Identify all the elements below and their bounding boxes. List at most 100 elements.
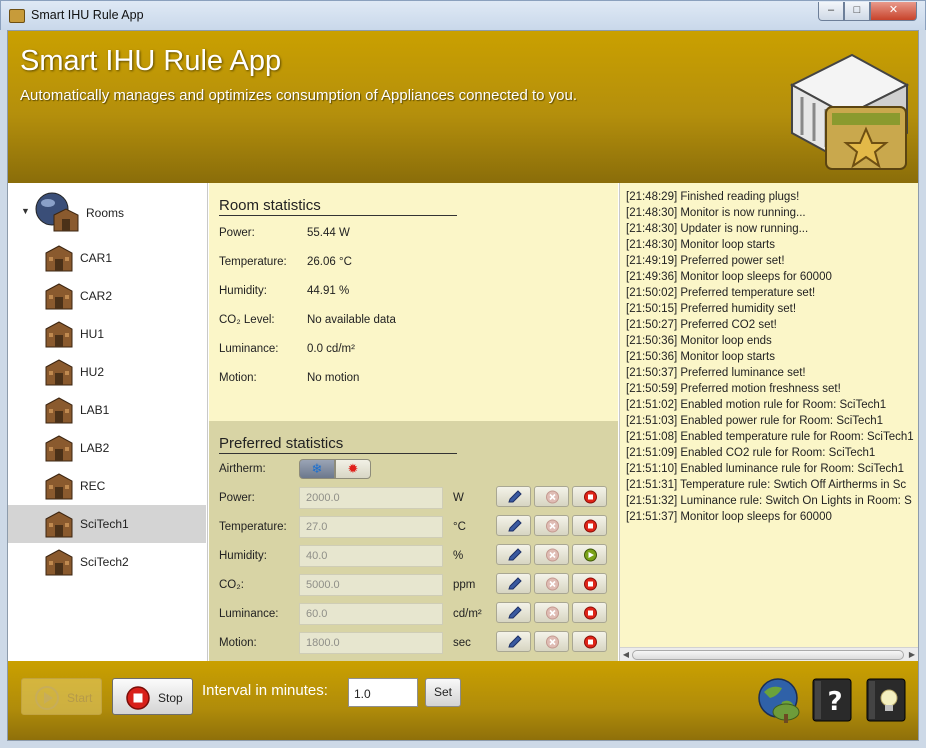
house-icon bbox=[45, 435, 73, 462]
stop-co2-button[interactable] bbox=[572, 573, 607, 594]
stat-label-humidity: Humidity: bbox=[219, 285, 267, 297]
cancel-power-button[interactable] bbox=[534, 486, 569, 507]
tree-item-hu1[interactable]: HU1 bbox=[8, 315, 206, 353]
edit-humidity-button[interactable] bbox=[496, 544, 531, 565]
pencil-icon bbox=[508, 577, 522, 590]
help-book-icon[interactable]: ? bbox=[809, 676, 855, 724]
edit-temperature-button[interactable] bbox=[496, 515, 531, 536]
interval-input[interactable]: 1.0 bbox=[348, 678, 418, 707]
preferred-statistics-title: Preferred statistics bbox=[219, 435, 457, 454]
log-line: [21:49:36] Monitor loop sleeps for 60000 bbox=[626, 271, 832, 283]
stat-value-power: 55.44 W bbox=[307, 227, 350, 239]
stop-icon bbox=[584, 577, 597, 591]
app-title: Smart IHU Rule App bbox=[20, 45, 282, 77]
house-icon bbox=[45, 473, 73, 500]
log-line: [21:49:19] Preferred power set! bbox=[626, 255, 785, 267]
tree-item-car2[interactable]: CAR2 bbox=[8, 277, 206, 315]
log-panel[interactable]: [21:48:29] Finished reading plugs! [21:4… bbox=[619, 183, 918, 661]
start-button[interactable]: Start bbox=[21, 678, 102, 715]
pref-input-power[interactable]: 2000.0 bbox=[299, 487, 443, 509]
pref-label-co2: CO₂: bbox=[219, 579, 244, 591]
close-button[interactable]: ✕ bbox=[870, 2, 917, 21]
tree-item-rec[interactable]: REC bbox=[8, 467, 206, 505]
tree-item-label: CAR2 bbox=[80, 289, 113, 303]
tree-item-lab2[interactable]: LAB2 bbox=[8, 429, 206, 467]
cancel-luminance-button[interactable] bbox=[534, 602, 569, 623]
airtherm-label: Airtherm: bbox=[219, 463, 266, 475]
tree-item-lab1[interactable]: LAB1 bbox=[8, 391, 206, 429]
stop-motion-button[interactable] bbox=[572, 631, 607, 652]
pref-unit-humidity: % bbox=[453, 550, 464, 562]
tree-root-rooms[interactable]: ▼ Rooms bbox=[18, 191, 203, 232]
scroll-right-icon[interactable]: ▶ bbox=[906, 649, 918, 661]
play-humidity-button[interactable] bbox=[572, 544, 607, 565]
pref-label-motion: Motion: bbox=[219, 637, 257, 649]
house-icon bbox=[45, 245, 73, 272]
log-line: [21:50:59] Preferred motion freshness se… bbox=[626, 383, 841, 395]
log-line: [21:50:37] Preferred luminance set! bbox=[626, 367, 806, 379]
stop-button[interactable]: Stop bbox=[112, 678, 193, 715]
cancel-motion-button[interactable] bbox=[534, 631, 569, 652]
pref-input-luminance[interactable]: 60.0 bbox=[299, 603, 443, 625]
cancel-icon bbox=[546, 606, 559, 620]
tree-item-label: HU1 bbox=[80, 327, 105, 341]
log-line: [21:48:29] Finished reading plugs! bbox=[626, 191, 800, 203]
airtherm-cool-toggle[interactable]: ❄ bbox=[299, 459, 335, 479]
pref-label-luminance: Luminance: bbox=[219, 608, 279, 620]
pref-input-temperature[interactable]: 27.0 bbox=[299, 516, 443, 538]
log-line: [21:51:08] Enabled temperature rule for … bbox=[626, 431, 914, 443]
log-line: [21:51:03] Enabled power rule for Room: … bbox=[626, 415, 883, 427]
play-icon bbox=[584, 548, 597, 562]
maximize-button[interactable]: □ bbox=[844, 2, 870, 21]
pref-label-power: Power: bbox=[219, 492, 255, 504]
stop-label: Stop bbox=[158, 691, 183, 705]
edit-motion-button[interactable] bbox=[496, 631, 531, 652]
interval-label: Interval in minutes: bbox=[202, 682, 328, 699]
tree-item-scitech2[interactable]: SciTech2 bbox=[8, 543, 206, 581]
tree-item-car1[interactable]: CAR1 bbox=[8, 239, 206, 277]
house-icon bbox=[45, 283, 73, 310]
pencil-icon bbox=[508, 606, 522, 619]
scroll-left-icon[interactable]: ◀ bbox=[620, 649, 632, 661]
pref-input-motion[interactable]: 1800.0 bbox=[299, 632, 443, 654]
tips-book-icon[interactable] bbox=[863, 676, 909, 724]
edit-luminance-button[interactable] bbox=[496, 602, 531, 623]
stop-temperature-button[interactable] bbox=[572, 515, 607, 536]
app-icon bbox=[9, 9, 25, 23]
cancel-co2-button[interactable] bbox=[534, 573, 569, 594]
log-horizontal-scrollbar[interactable]: ◀ ▶ bbox=[620, 647, 918, 661]
preferred-statistics-panel: Preferred statistics Airtherm: ❄ ✹ Power… bbox=[209, 421, 618, 661]
log-line: [21:51:02] Enabled motion rule for Room:… bbox=[626, 399, 887, 411]
expand-arrow-icon[interactable]: ▼ bbox=[21, 206, 30, 216]
pref-label-temperature: Temperature: bbox=[219, 521, 287, 533]
stop-icon bbox=[584, 519, 597, 533]
log-line: [21:50:36] Monitor loop starts bbox=[626, 351, 775, 363]
stat-value-temperature: 26.06 °C bbox=[307, 256, 352, 268]
start-label: Start bbox=[67, 691, 93, 705]
stop-power-button[interactable] bbox=[572, 486, 607, 507]
minimize-button[interactable]: – bbox=[818, 2, 844, 21]
pref-input-co2[interactable]: 5000.0 bbox=[299, 574, 443, 596]
house-icon bbox=[45, 359, 73, 386]
edit-co2-button[interactable] bbox=[496, 573, 531, 594]
globe-tree-icon[interactable] bbox=[756, 676, 802, 724]
pencil-icon bbox=[508, 548, 522, 561]
stat-label-luminance: Luminance: bbox=[219, 343, 279, 355]
set-button[interactable]: Set bbox=[425, 678, 461, 707]
app-subtitle: Automatically manages and optimizes cons… bbox=[20, 87, 577, 104]
cancel-icon bbox=[546, 519, 559, 533]
edit-power-button[interactable] bbox=[496, 486, 531, 507]
cancel-temperature-button[interactable] bbox=[534, 515, 569, 536]
stop-luminance-button[interactable] bbox=[572, 602, 607, 623]
pref-input-humidity[interactable]: 40.0 bbox=[299, 545, 443, 567]
stop-icon bbox=[584, 490, 597, 504]
scrollbar-thumb[interactable] bbox=[632, 650, 904, 660]
cancel-humidity-button[interactable] bbox=[534, 544, 569, 565]
tree-item-hu2[interactable]: HU2 bbox=[8, 353, 206, 391]
title-bar: Smart IHU Rule App – □ ✕ bbox=[0, 0, 926, 30]
tree-item-label: CAR1 bbox=[80, 251, 113, 265]
tree-item-label: SciTech1 bbox=[80, 517, 129, 531]
airtherm-heat-toggle[interactable]: ✹ bbox=[335, 459, 371, 479]
pencil-icon bbox=[508, 635, 522, 648]
tree-item-scitech1[interactable]: SciTech1 bbox=[8, 505, 206, 543]
